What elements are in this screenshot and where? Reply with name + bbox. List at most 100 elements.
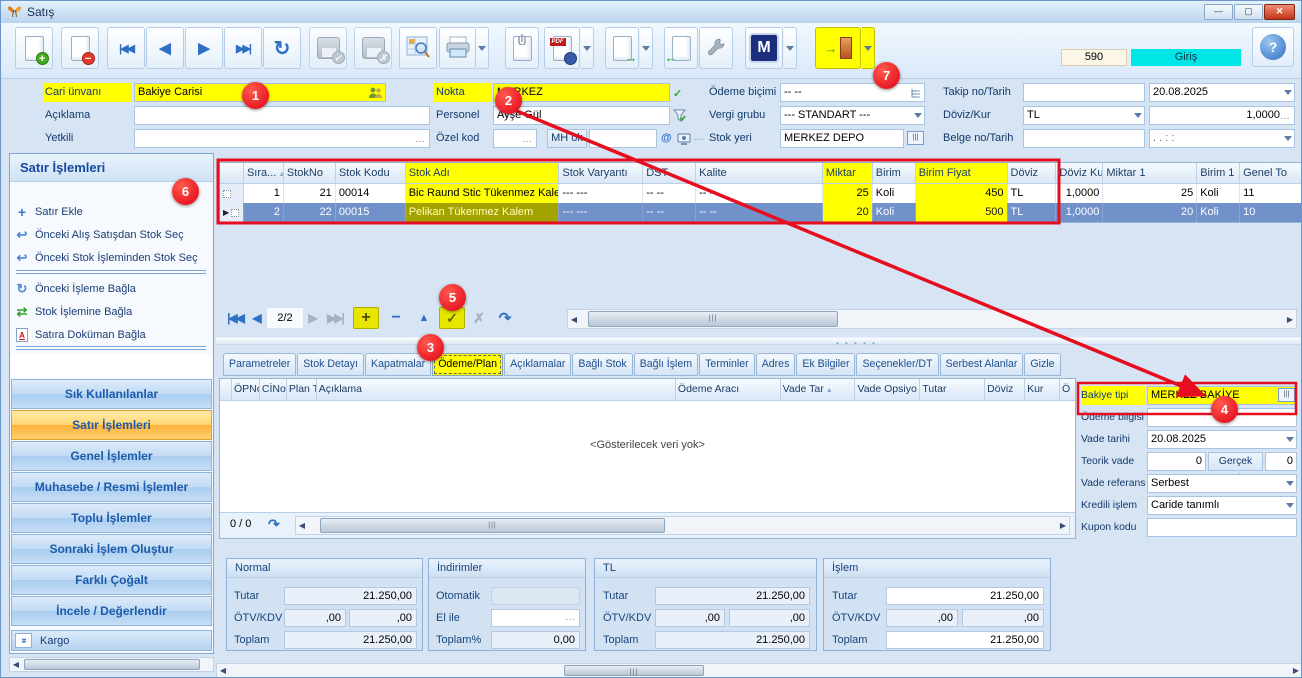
scrollbar-thumb[interactable]: |||	[564, 665, 704, 676]
tab-gizle[interactable]: Gizle	[1024, 353, 1060, 376]
grid-header[interactable]: Birim	[873, 163, 916, 184]
expand-box-icon[interactable]	[223, 190, 231, 198]
op-header[interactable]: Plan Türü	[287, 379, 317, 401]
first-record-button[interactable]: |◀◀	[107, 27, 145, 69]
ellipsis-icon[interactable]: …	[415, 131, 426, 148]
op-header[interactable]: Açıklama	[317, 379, 676, 401]
copy-transfer-dropdown[interactable]	[640, 27, 653, 69]
teorik-vade-field[interactable]: 0	[1147, 452, 1206, 471]
sidebar-action-stok-islemine[interactable]: ⇄Stok İşlemine Bağla	[14, 301, 210, 323]
vade-referansi-select[interactable]: Serbest	[1147, 474, 1297, 493]
grid-header[interactable]: Miktar 1	[1103, 163, 1197, 184]
ellipsis-icon[interactable]: …	[565, 610, 576, 626]
nav-last-button[interactable]: ▶▶|	[323, 307, 347, 329]
sidebar-menu-farkli-cogalt[interactable]: Farklı Çoğalt	[11, 565, 212, 595]
scroll-right-icon[interactable]: ▶	[1290, 666, 1302, 675]
sidebar-menu-sik-kullanilanlar[interactable]: Sık Kullanılanlar	[11, 379, 212, 409]
sidebar-menu-toplu-islemler[interactable]: Toplu İşlemler	[11, 503, 212, 533]
ellipsis-icon[interactable]: …	[522, 131, 533, 148]
title-bar[interactable]: Satış — ▢ ✕	[1, 1, 1301, 23]
op-header[interactable]: CİNo	[260, 379, 287, 401]
mikro-dropdown[interactable]	[784, 27, 797, 69]
grid-row-2-selected[interactable]: ▶ 2 22 00015 Pelikan Tükenmez Kalem --- …	[220, 203, 1302, 222]
stok-yeri-field[interactable]: MERKEZ DEPO	[780, 129, 904, 148]
tab-ek-bilgiler[interactable]: Ek Bilgiler	[796, 353, 855, 376]
takip-tarih-field[interactable]: 20.08.2025	[1149, 83, 1295, 102]
scroll-left-icon[interactable]: ◀	[296, 521, 308, 530]
kupon-kodu-field[interactable]	[1147, 518, 1297, 537]
sidebar-menu-incele[interactable]: İncele / Değerlendir	[11, 596, 212, 626]
op-refresh-icon[interactable]: ↷	[268, 516, 280, 533]
personel-field[interactable]: Ayşe Gül	[493, 106, 670, 125]
vergi-grubu-select[interactable]: --- STANDART ---	[780, 106, 925, 125]
grid-header[interactable]: Miktar	[823, 163, 873, 184]
vade-tarihi-field[interactable]: 20.08.2025	[1147, 430, 1297, 449]
op-header[interactable]: Kur	[1025, 379, 1060, 401]
sidebar-scrollbar[interactable]: ◀	[9, 657, 214, 672]
grid-header[interactable]: Genel To	[1240, 163, 1302, 184]
kargo-bar[interactable]: »Kargo	[11, 630, 212, 651]
ellipsis-icon[interactable]: …	[694, 129, 704, 145]
attachment-button[interactable]	[505, 27, 539, 69]
scroll-left-icon[interactable]: ◀	[217, 666, 229, 675]
scrollbar-thumb[interactable]: |||	[588, 311, 838, 327]
row-edit-button[interactable]: ▲	[411, 307, 437, 329]
gercek-vade-field[interactable]: 0	[1265, 452, 1297, 471]
last-record-button[interactable]: ▶▶|	[224, 27, 262, 69]
el-ile-field[interactable]: …	[491, 609, 580, 627]
save-close-button[interactable]: ✗	[354, 27, 392, 69]
scrollbar-thumb[interactable]	[24, 659, 200, 670]
grid-header[interactable]: DST	[643, 163, 696, 184]
grid-header[interactable]: Birim Fiyat	[916, 163, 1008, 184]
nav-next-button[interactable]: ▶	[305, 307, 321, 329]
expand-box-icon[interactable]	[231, 209, 239, 217]
maximize-button[interactable]: ▢	[1234, 4, 1263, 20]
sidebar-menu-muhasebe[interactable]: Muhasebe / Resmi İşlemler	[11, 472, 212, 502]
row-add-button[interactable]: +	[353, 307, 379, 329]
tab-secenekler-dt[interactable]: Seçenekler/DT	[856, 353, 938, 376]
save-button[interactable]: ✓	[309, 27, 347, 69]
grid-header[interactable]: Kalite	[696, 163, 823, 184]
minimize-button[interactable]: —	[1204, 4, 1233, 20]
tab-bagli-islem[interactable]: Bağlı İşlem	[634, 353, 698, 376]
grid-row-1[interactable]: 1 21 00014 Bic Raund Stic Tükenmez Kalem…	[220, 184, 1302, 203]
settings-button[interactable]	[699, 27, 733, 69]
print-dropdown[interactable]	[476, 27, 489, 69]
op-header[interactable]: Vade Opsiyo	[855, 379, 920, 401]
sidebar-menu-satir-islemleri[interactable]: Satır İşlemleri	[11, 410, 212, 440]
import-button[interactable]: ←	[664, 27, 698, 69]
grid-header[interactable]: Stok Varyantı	[559, 163, 643, 184]
tab-terminler[interactable]: Terminler	[699, 353, 755, 376]
op-header[interactable]: Ö	[1060, 379, 1075, 401]
op-header[interactable]: ÖPNo	[232, 379, 260, 401]
mikro-button[interactable]: M	[745, 27, 783, 69]
grid-scrollbar[interactable]: ◀ ||| ▶	[567, 309, 1297, 329]
sidebar-menu-genel-islemler[interactable]: Genel İşlemler	[11, 441, 212, 471]
aciklama-field[interactable]	[134, 106, 430, 125]
sidebar-menu-sonraki-islem[interactable]: Sonraki İşlem Oluştur	[11, 534, 212, 564]
belge-tarih-field[interactable]: . . : :	[1149, 129, 1295, 148]
tab-parametreler[interactable]: Parametreler	[223, 353, 296, 376]
op-header[interactable]: Tutar	[920, 379, 985, 401]
barcode-icon[interactable]: |||	[1278, 388, 1295, 402]
previous-record-button[interactable]: ◀	[146, 27, 184, 69]
yetkili-field[interactable]: …	[134, 129, 430, 148]
grid-header[interactable]: StokNo	[284, 163, 336, 184]
help-button[interactable]: ?	[1252, 27, 1294, 67]
sidebar-action-dokuman-bagla[interactable]: ASatıra Doküman Bağla	[14, 324, 210, 346]
grid-header[interactable]: Stok Adı	[406, 163, 560, 184]
monitor-icon[interactable]	[677, 131, 691, 147]
op-header[interactable]: Vade Tar▲	[781, 379, 856, 401]
scroll-right-icon[interactable]: ▶	[1284, 315, 1296, 324]
filter-icon[interactable]	[673, 107, 686, 123]
mh-field[interactable]	[589, 129, 657, 148]
row-delete-button[interactable]: −	[383, 307, 409, 329]
exit-dropdown[interactable]	[862, 27, 875, 69]
exit-button[interactable]: →	[815, 27, 861, 69]
row-refresh-button[interactable]: ↷	[493, 307, 517, 329]
pdf-dropdown[interactable]	[581, 27, 594, 69]
scroll-left-icon[interactable]: ◀	[10, 660, 22, 669]
tab-adres[interactable]: Adres	[756, 353, 796, 376]
grid-header[interactable]: Sıra...▲	[244, 163, 284, 184]
nav-first-button[interactable]: |◀◀	[223, 307, 247, 329]
